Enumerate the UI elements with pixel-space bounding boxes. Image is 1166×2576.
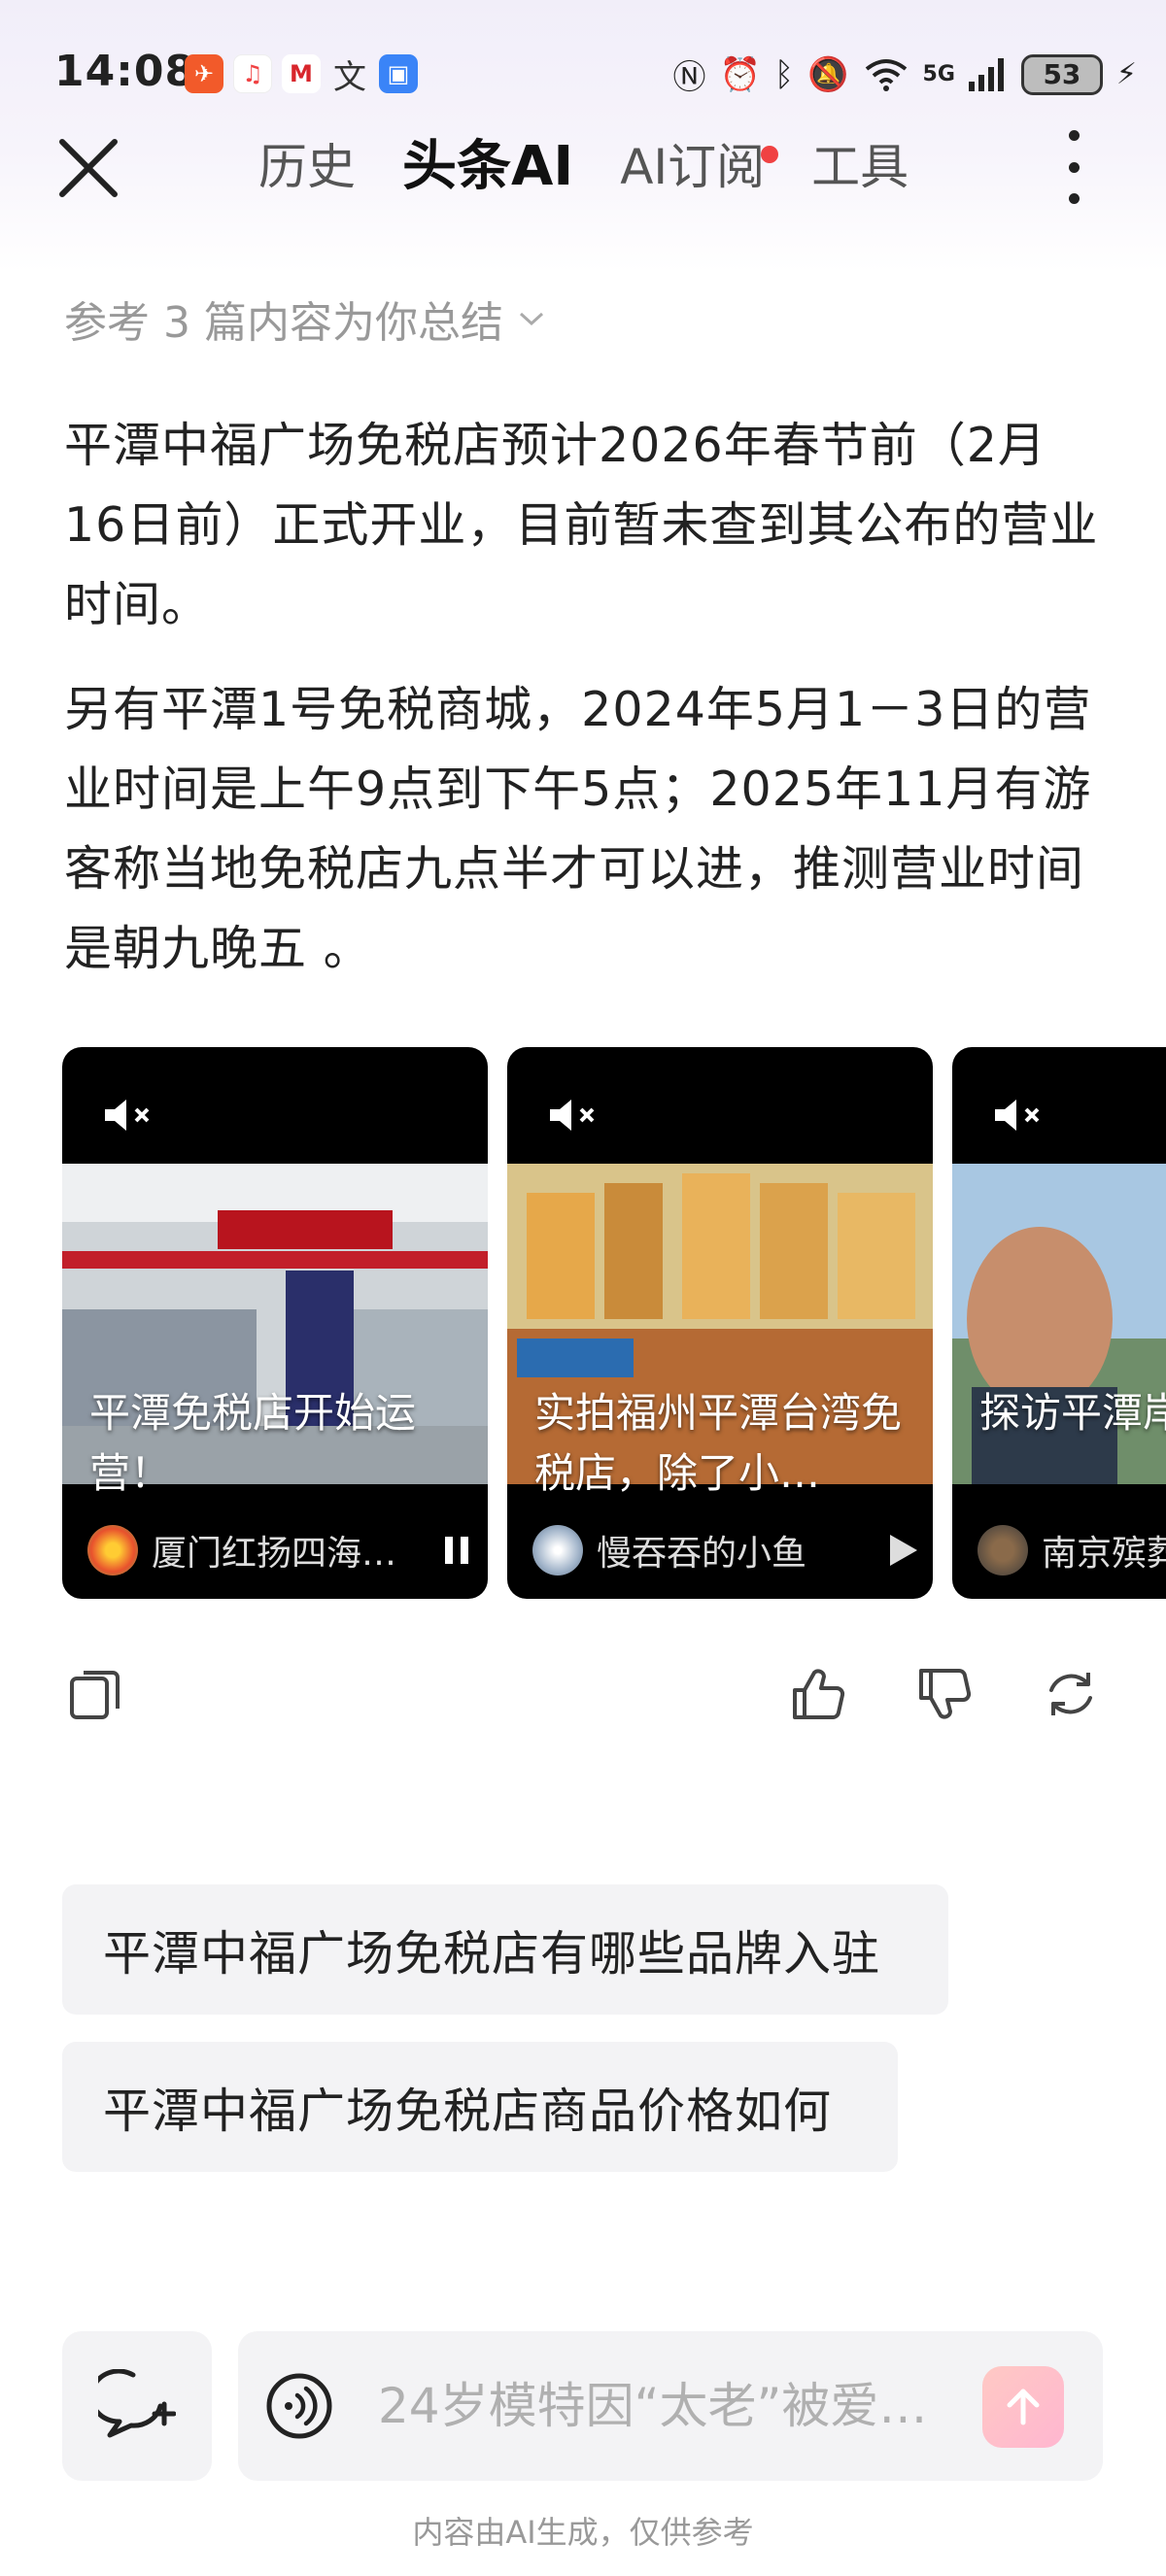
music-icon: ♫ bbox=[233, 54, 272, 93]
avatar bbox=[87, 1525, 138, 1576]
avatar bbox=[977, 1525, 1028, 1576]
answer-paragraph-1: 平潭中福广场免税店预计2026年春节前（2月16日前）正式开业，目前暂未查到其公… bbox=[64, 418, 1099, 632]
new-chat-icon bbox=[98, 2369, 176, 2438]
nfc-icon: Ⓝ bbox=[672, 58, 706, 97]
notification-app-icons: ✈ ♫ M 文 ▣ bbox=[185, 54, 418, 97]
top-navigation: 历史 头条AI AI订阅 工具 bbox=[0, 117, 1166, 214]
tab-bar: 历史 头条AI AI订阅 工具 bbox=[258, 128, 955, 206]
video-author: 厦门红扬四海… bbox=[152, 1534, 397, 1574]
bank-icon: M bbox=[282, 54, 321, 93]
video-author-row: 南京殡葬 bbox=[977, 1523, 1166, 1577]
bluetooth-icon: ᛒ bbox=[773, 54, 795, 94]
arrow-up-icon bbox=[1007, 2389, 1040, 2425]
wifi-icon bbox=[865, 58, 907, 91]
send-button[interactable] bbox=[982, 2366, 1064, 2448]
suggested-question-chip[interactable]: 平潭中福广场免税店有哪些品牌入驻 bbox=[62, 1884, 948, 2015]
copy-icon[interactable] bbox=[64, 1663, 126, 1725]
tab-history[interactable]: 历史 bbox=[258, 128, 356, 206]
play-icon[interactable] bbox=[882, 1531, 921, 1570]
video-card[interactable]: 探访平潭岸免税店， 南京殡葬 bbox=[952, 1047, 1166, 1599]
video-carousel[interactable]: 平潭免税店开始运营！ 厦门红扬四海… 实拍福州平潭台湾免税店，除了小… 慢吞吞的… bbox=[62, 1047, 1166, 1599]
video-title: 实拍福州平潭台湾免税店，除了小… bbox=[534, 1389, 903, 1497]
shield-app-icon: ▣ bbox=[379, 54, 418, 93]
toutiao-icon: ✈ bbox=[185, 54, 223, 93]
video-card[interactable]: 实拍福州平潭台湾免税店，除了小… 慢吞吞的小鱼 bbox=[507, 1047, 933, 1599]
video-author-row: 厦门红扬四海… bbox=[87, 1523, 476, 1577]
video-author: 南京殡葬 bbox=[1042, 1534, 1166, 1574]
alarm-icon: ⏰ bbox=[719, 54, 761, 94]
answer-action-bar bbox=[0, 1651, 1166, 1739]
video-author: 慢吞吞的小鱼 bbox=[597, 1534, 807, 1574]
video-card[interactable]: 平潭免税店开始运营！ 厦门红扬四海… bbox=[62, 1047, 488, 1599]
tab-ai-subscription-label: AI订阅 bbox=[620, 139, 766, 195]
signal-icon bbox=[968, 57, 1004, 91]
video-title: 平潭免税店开始运营！ bbox=[89, 1389, 417, 1497]
status-bar: 14:08 ✈ ♫ M 文 ▣ Ⓝ ⏰ ᛒ 🔕 5G 53 ⚡ bbox=[0, 39, 1166, 109]
video-author-row: 慢吞吞的小鱼 bbox=[532, 1523, 921, 1577]
thumbs-up-icon[interactable] bbox=[787, 1663, 849, 1725]
tab-toutiao-ai[interactable]: 头条AI bbox=[402, 128, 573, 206]
muted-speaker-icon[interactable] bbox=[993, 1098, 1051, 1133]
tab-ai-subscription[interactable]: AI订阅 bbox=[620, 128, 779, 206]
pause-icon[interactable] bbox=[437, 1531, 476, 1570]
avatar bbox=[532, 1525, 583, 1576]
muted-speaker-icon[interactable] bbox=[103, 1098, 161, 1133]
translate-icon: 文 bbox=[333, 57, 366, 97]
video-title: 探访平潭岸免税店， bbox=[979, 1389, 1166, 1437]
ai-disclaimer: 内容由AI生成，仅供参考 bbox=[412, 2514, 754, 2551]
thumbs-down-icon[interactable] bbox=[913, 1663, 976, 1725]
reference-summary-toggle[interactable]: 参考 3 篇内容为你总结 bbox=[64, 288, 546, 350]
status-time: 14:08 bbox=[54, 47, 196, 96]
regenerate-icon[interactable] bbox=[1040, 1663, 1102, 1725]
tab-tools[interactable]: 工具 bbox=[811, 128, 909, 206]
more-options-icon[interactable] bbox=[1059, 130, 1088, 204]
mute-icon: 🔕 bbox=[807, 54, 849, 94]
chat-input-box[interactable]: 24岁模特因“太老”被爱… bbox=[238, 2331, 1103, 2481]
system-status-icons: Ⓝ ⏰ ᛒ 🔕 5G 53 ⚡ bbox=[672, 51, 1137, 98]
network-type: 5G bbox=[922, 62, 955, 86]
answer-paragraph-2: 另有平潭1号免税商城，2024年5月1－3日的营业时间是上午9点到下午5点；20… bbox=[64, 682, 1092, 976]
close-icon[interactable] bbox=[54, 134, 122, 202]
new-chat-button[interactable] bbox=[62, 2331, 212, 2481]
charging-icon: ⚡ bbox=[1115, 57, 1137, 91]
chevron-down-icon bbox=[519, 312, 543, 326]
chat-input-placeholder[interactable]: 24岁模特因“太老”被爱… bbox=[378, 2374, 922, 2438]
battery-indicator: 53 bbox=[1020, 53, 1103, 95]
reference-summary-text: 参考 3 篇内容为你总结 bbox=[64, 298, 503, 348]
notification-dot bbox=[761, 146, 779, 163]
voice-input-icon[interactable] bbox=[265, 2372, 333, 2440]
suggested-question-chip[interactable]: 平潭中福广场免税店商品价格如何 bbox=[62, 2042, 898, 2172]
muted-speaker-icon[interactable] bbox=[548, 1098, 606, 1133]
